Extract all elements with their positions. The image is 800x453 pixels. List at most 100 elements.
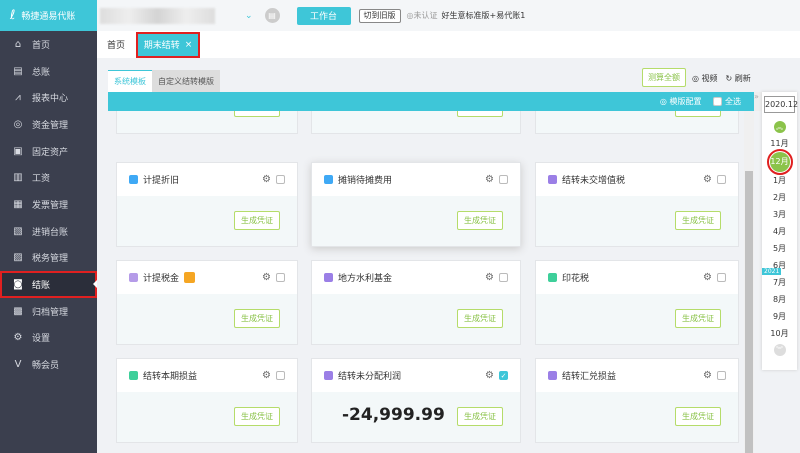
month-item[interactable]: 3月 (762, 206, 797, 223)
month-item[interactable]: 10月 (762, 325, 797, 342)
nav-icon: ▦ (13, 198, 23, 210)
gear-icon[interactable]: ⚙ (703, 370, 712, 381)
card-checkbox[interactable] (276, 371, 285, 380)
calendar-icon[interactable]: ▤ (264, 8, 280, 23)
generate-voucher-button[interactable]: 生成凭证 (675, 309, 721, 328)
scrollbar-thumb[interactable] (745, 171, 753, 453)
company-selector[interactable] (100, 7, 215, 24)
card-checkbox[interactable] (276, 273, 285, 282)
month-item[interactable]: 4月 (762, 223, 797, 240)
cert-status[interactable]: ◎未认证 (407, 10, 438, 21)
sidebar-item[interactable]: V 畅会员 (0, 351, 97, 378)
workbench-button[interactable]: 工作台 (296, 6, 351, 25)
month-item[interactable]: 8月 (762, 291, 797, 308)
card-checkbox[interactable] (717, 175, 726, 184)
gear-icon[interactable]: ⚙ (485, 370, 494, 381)
sidebar-item[interactable]: ◙ 结账 (0, 271, 97, 298)
generate-voucher-button[interactable]: 生成凭证 (457, 309, 503, 328)
top-bar: ⌄ ▤ 工作台 切到旧版 ◎未认证 好生意标准版+易代账1 (97, 0, 800, 31)
month-item[interactable]: 1月 (762, 172, 797, 189)
generate-voucher-button[interactable]: 生成凭证 (234, 407, 280, 426)
subtab-custom[interactable]: 自定义结转模版 (152, 70, 220, 92)
generate-voucher-button[interactable]: 生成凭证 (675, 407, 721, 426)
card-checkbox[interactable] (276, 175, 285, 184)
card-checkbox[interactable] (499, 175, 508, 184)
generate-voucher-button[interactable]: 生成凭证 (457, 111, 503, 117)
sidebar-item[interactable]: ⚙ 设置 (0, 325, 97, 352)
card-checkbox[interactable] (717, 371, 726, 380)
generate-voucher-button[interactable]: 生成凭证 (675, 211, 721, 230)
select-all-checkbox[interactable] (713, 97, 723, 106)
card-icon (548, 371, 557, 380)
sidebar-item[interactable]: ▦ 发票管理 (0, 191, 97, 218)
sidebar-item[interactable]: ▤ 总账 (0, 58, 97, 85)
gear-icon[interactable]: ⚙ (703, 174, 712, 185)
close-icon[interactable]: × (185, 40, 193, 50)
chevron-down-icon[interactable]: ︾ (773, 344, 786, 356)
logo-text: 畅捷通易代账 (21, 12, 76, 22)
nav-icon: ⚙ (13, 332, 23, 344)
template-config-link[interactable]: ◎ 模版配置 (660, 96, 702, 107)
card-title: 地方水利基金 (338, 274, 393, 284)
logo[interactable]: ℓ 畅捷通易代账 (0, 0, 97, 31)
generate-voucher-button[interactable]: 生成凭证 (234, 309, 280, 328)
video-link[interactable]: ◎ 视频 (692, 73, 718, 84)
gear-icon[interactable]: ⚙ (262, 272, 271, 283)
month-item[interactable]: 9月 (762, 308, 797, 325)
card-title: 摊销待摊费用 (338, 176, 393, 186)
card-amount: -24,999.99 (342, 405, 445, 425)
generate-voucher-button[interactable]: 生成凭证 (234, 211, 280, 230)
generate-voucher-button[interactable]: 生成凭证 (675, 111, 721, 117)
calc-all-button[interactable]: 测算全额 (642, 68, 686, 87)
card-title: 结转未分配利润 (338, 372, 402, 382)
sidebar-item-label: 设置 (32, 334, 51, 345)
sidebar-item-label: 报表中心 (32, 94, 69, 105)
month-item[interactable]: 7月 (762, 274, 797, 291)
card-checkbox[interactable] (499, 273, 508, 282)
sidebar-item-label: 畅会员 (32, 361, 60, 372)
tab-home[interactable]: 首页 (107, 38, 125, 51)
month-item[interactable]: 5月 (762, 240, 797, 257)
select-all[interactable]: 全选 (713, 96, 741, 107)
card-checkbox[interactable]: ✓ (499, 371, 508, 380)
chevron-down-icon[interactable]: ⌄ (245, 11, 253, 21)
year-field[interactable]: 2020.12 (764, 96, 798, 113)
generate-voucher-button[interactable]: 生成凭证 (457, 211, 503, 230)
sidebar-item[interactable]: ⩘ 报表中心 (0, 84, 97, 111)
year-badge: 2021 (762, 268, 782, 275)
logo-icon: ℓ (10, 8, 16, 23)
sidebar-item[interactable]: ▣ 固定资产 (0, 138, 97, 165)
card-checkbox[interactable] (717, 273, 726, 282)
month-current[interactable]: 12月 (766, 149, 793, 175)
generate-voucher-button[interactable]: 生成凭证 (234, 111, 280, 117)
subtab-system[interactable]: 系统模板 (108, 70, 152, 92)
card-header: 结转未交增值税 ⚙ (536, 163, 738, 196)
generate-voucher-button[interactable]: 生成凭证 (457, 407, 503, 426)
month-item[interactable]: 11月 (762, 135, 797, 152)
expand-icon[interactable]: » (754, 92, 762, 111)
nav-icon: ⌂ (14, 38, 22, 50)
tab-period-end[interactable]: 期末结转 × (136, 31, 201, 58)
sidebar-item[interactable]: ▨ 税务管理 (0, 245, 97, 272)
gear-icon[interactable]: ⚙ (262, 174, 271, 185)
sidebar-item[interactable]: ◎ 资金管理 (0, 111, 97, 138)
nav-icon: ▥ (13, 172, 23, 184)
refresh-link[interactable]: ↻ 刷新 (726, 73, 751, 84)
gear-icon[interactable]: ⚙ (262, 370, 271, 381)
tab-bar: 首页 期末结转 × (97, 31, 800, 58)
sidebar-item[interactable]: ▧ 进销台账 (0, 218, 97, 245)
month-item[interactable]: 2月 (762, 189, 797, 206)
scrollbar[interactable] (744, 111, 754, 453)
sidebar-item[interactable]: ▥ 工资 (0, 164, 97, 191)
gear-icon[interactable]: ⚙ (485, 174, 494, 185)
chevron-up-icon[interactable]: ︽ (773, 121, 786, 133)
card: 生成凭证 (311, 111, 521, 134)
gear-icon[interactable]: ⚙ (485, 272, 494, 283)
tab-label: 期末结转 (143, 41, 180, 51)
sidebar-item[interactable]: ⌂ 首页 (0, 31, 97, 58)
switch-old-button[interactable]: 切到旧版 (358, 8, 401, 23)
gear-icon[interactable]: ⚙ (703, 272, 712, 283)
nav-icon: ▧ (13, 225, 23, 237)
sidebar-item[interactable]: ▩ 归档管理 (0, 298, 97, 325)
card: 摊销待摊费用 ⚙ 生成凭证 (311, 162, 521, 247)
